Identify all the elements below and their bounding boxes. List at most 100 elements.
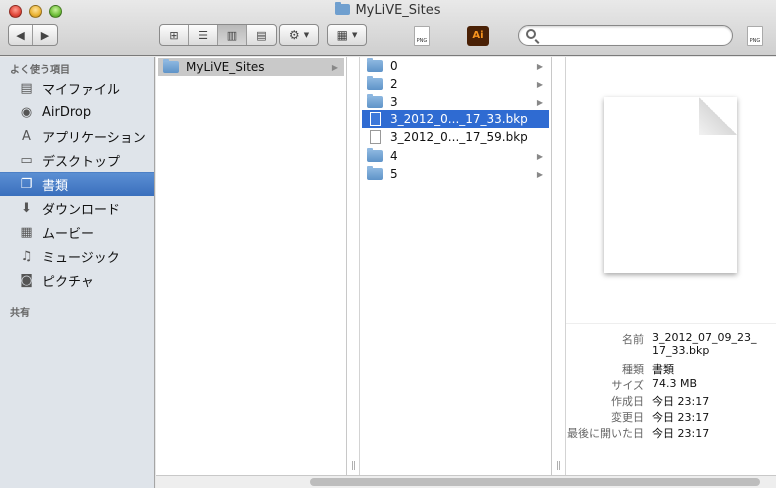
png-file-icon[interactable]: PNG <box>414 26 430 46</box>
horizontal-scrollbar[interactable] <box>156 475 776 488</box>
folder-icon <box>335 2 351 15</box>
info-value: 74.3 MB <box>652 377 698 390</box>
disclosure-arrow-icon: ▶ <box>536 61 543 71</box>
toolbar: MyLiVE_Sites ◀ ▶ ⊞ ☰ ▥ ▤ ⚙ ▼ ▦ ▼ PNG Ai PN… <box>0 0 776 56</box>
sidebar-item-applications[interactable]: A アプリケーション <box>0 124 154 148</box>
info-key: 作成日 <box>611 395 644 408</box>
sidebar-item-label: ダウンロード <box>42 202 121 218</box>
column-view-button[interactable]: ▥ <box>218 25 247 45</box>
info-row-modified: 変更日 今日 23:17 <box>566 409 776 425</box>
list-view-button[interactable]: ☰ <box>189 25 218 45</box>
list-item[interactable]: 0 ▶ <box>362 57 549 75</box>
info-value: 今日 23:17 <box>652 411 710 424</box>
file-icon <box>370 130 381 144</box>
search-field[interactable] <box>518 25 733 46</box>
forward-button[interactable]: ▶ <box>33 25 57 45</box>
preview-pane: 名前 3_2012_07_09_23_17_33.bkp 種類 書類 サイズ 74.3… <box>566 57 776 475</box>
png-label: PNG <box>416 38 428 44</box>
page-curl <box>699 97 737 135</box>
disclosure-arrow-icon: ▶ <box>536 97 543 107</box>
nav-segment: ◀ ▶ <box>8 24 58 46</box>
chevron-left-icon: ◀ <box>16 28 25 42</box>
info-row-last-opened: 最後に開いた日 今日 23:17 <box>566 425 776 441</box>
folder-icon <box>367 58 383 72</box>
pictures-icon: ◙ <box>20 272 33 288</box>
ai-label: Ai <box>472 30 484 41</box>
sidebar-item-pictures[interactable]: ◙ ピクチャ <box>0 268 154 292</box>
movies-icon: ▦ <box>20 224 33 240</box>
column-resize-handle[interactable]: || <box>556 461 561 471</box>
sidebar: よく使う項目 ▤ マイファイル ◉ AirDrop A アプリケーション ▭ デスクトッ… <box>0 57 155 488</box>
gear-icon: ⚙ <box>288 28 300 42</box>
search-input[interactable] <box>543 28 723 43</box>
disclosure-arrow-icon: ▶ <box>536 151 543 161</box>
music-icon: ♫ <box>20 248 33 264</box>
sidebar-item-airdrop[interactable]: ◉ AirDrop <box>0 100 154 124</box>
chevron-down-icon: ▼ <box>351 31 358 39</box>
window-title: MyLiVE_Sites <box>0 2 776 18</box>
search-icon <box>526 29 536 39</box>
folder-icon <box>163 59 179 73</box>
column-resize-handle[interactable]: || <box>351 461 356 471</box>
sidebar-item-label: AirDrop <box>42 104 92 120</box>
window-title-text: MyLiVE_Sites <box>355 3 441 18</box>
png-label: PNG <box>749 38 761 44</box>
disclosure-arrow-icon: ▶ <box>331 62 338 72</box>
list-view-icon: ☰ <box>198 28 208 42</box>
info-key: サイズ <box>611 379 644 392</box>
icon-view-button[interactable]: ⊞ <box>160 25 189 45</box>
list-item[interactable]: 5 ▶ <box>362 165 549 183</box>
sidebar-item-downloads[interactable]: ⬇ ダウンロード <box>0 196 154 220</box>
sidebar-item-documents[interactable]: ❐ 書類 <box>0 172 154 196</box>
sidebar-item-label: ピクチャ <box>42 274 94 290</box>
list-item[interactable]: 4 ▶ <box>362 147 549 165</box>
item-name: 4 <box>390 149 398 163</box>
back-button[interactable]: ◀ <box>9 25 33 45</box>
downloads-icon: ⬇ <box>21 200 32 216</box>
item-name: 5 <box>390 167 398 181</box>
sidebar-item-movies[interactable]: ▦ ムービー <box>0 220 154 244</box>
coverflow-view-icon: ▤ <box>256 28 267 42</box>
documents-icon: ❐ <box>20 177 33 192</box>
info-value: 3_2012_07_09_23_17_33.bkp <box>652 331 757 357</box>
chevron-right-icon: ▶ <box>40 28 50 42</box>
info-key: 最後に開いた日 <box>567 427 644 440</box>
browser-column-1: MyLiVE_Sites ▶ || <box>156 57 355 475</box>
scrollbar-thumb[interactable] <box>310 478 760 486</box>
document-preview-icon <box>604 97 737 273</box>
folder-icon <box>367 94 383 108</box>
info-value: 書類 <box>652 363 674 376</box>
arrange-button[interactable]: ▦ ▼ <box>327 24 367 46</box>
list-item[interactable]: 3 ▶ <box>362 93 549 111</box>
info-key: 種類 <box>622 363 644 376</box>
png-file-icon[interactable]: PNG <box>747 26 763 46</box>
file-icon <box>370 112 381 126</box>
item-name: 0 <box>390 59 398 73</box>
sidebar-item-all-my-files[interactable]: ▤ マイファイル <box>0 76 154 100</box>
column-view-icon: ▥ <box>226 28 238 42</box>
view-segment: ⊞ ☰ ▥ ▤ <box>159 24 277 46</box>
coverflow-view-button[interactable]: ▤ <box>247 25 276 45</box>
list-item[interactable]: 3_2012_0..._17_59.bkp <box>362 128 549 146</box>
applications-icon: A <box>22 128 31 144</box>
folder-icon <box>367 166 383 180</box>
arrange-icon: ▦ <box>336 28 348 42</box>
desktop-icon: ▭ <box>20 152 33 168</box>
list-item[interactable]: 2 ▶ <box>362 75 549 93</box>
folder-icon <box>367 76 383 90</box>
disclosure-arrow-icon: ▶ <box>536 169 543 179</box>
all-my-files-icon: ▤ <box>20 80 33 96</box>
chevron-down-icon: ▼ <box>303 31 310 39</box>
info-row-kind: 種類 書類 <box>566 361 776 377</box>
sidebar-item-music[interactable]: ♫ ミュージック <box>0 244 154 268</box>
column-gap: || <box>347 57 360 475</box>
list-item[interactable]: MyLiVE_Sites ▶ <box>158 58 344 76</box>
illustrator-file-icon[interactable]: Ai <box>467 26 489 46</box>
sidebar-item-label: ムービー <box>42 226 95 242</box>
info-value: 今日 23:17 <box>652 427 710 440</box>
action-button[interactable]: ⚙ ▼ <box>279 24 319 46</box>
sidebar-item-desktop[interactable]: ▭ デスクトップ <box>0 148 154 172</box>
disclosure-arrow-icon: ▶ <box>536 79 543 89</box>
list-item[interactable]: 3_2012_0..._17_33.bkp <box>362 110 549 128</box>
info-row-created: 作成日 今日 23:17 <box>566 393 776 409</box>
